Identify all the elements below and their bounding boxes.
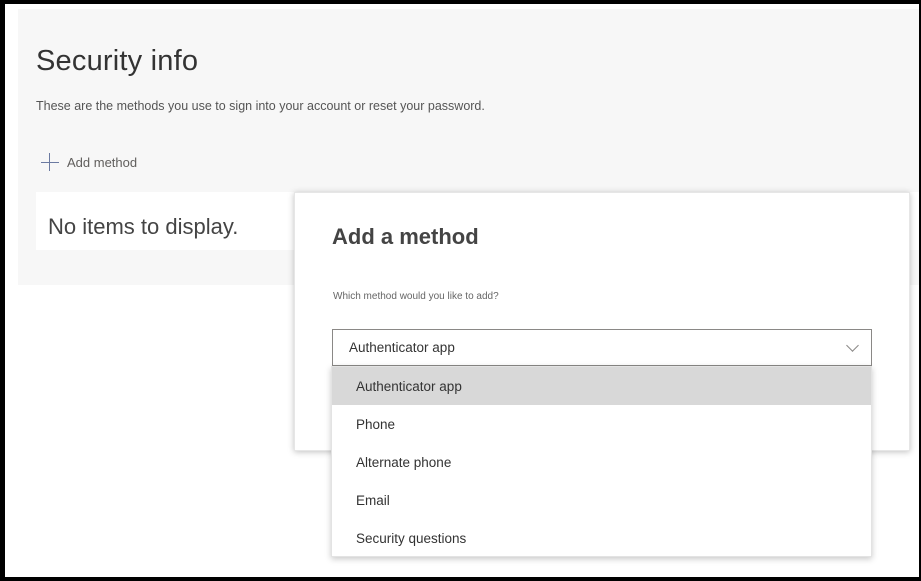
dialog-title: Add a method xyxy=(332,224,479,249)
add-method-label: Add method xyxy=(67,154,138,170)
plus-icon xyxy=(41,153,59,171)
screenshot-frame: Security info These are the methods you … xyxy=(0,0,921,581)
add-method-button[interactable]: Add method xyxy=(41,153,137,171)
method-question-label: Which method would you like to add? xyxy=(333,291,499,302)
empty-list-message: No items to display. xyxy=(48,214,239,239)
dropdown-option-alternate-phone[interactable]: Alternate phone xyxy=(332,443,871,481)
dropdown-option-authenticator-app[interactable]: Authenticator app xyxy=(332,367,871,405)
chevron-down-icon[interactable] xyxy=(846,339,859,352)
method-select[interactable]: Authenticator app xyxy=(332,329,872,366)
dropdown-option-security-questions[interactable]: Security questions xyxy=(332,519,871,557)
page-title: Security info xyxy=(36,45,199,77)
dropdown-option-email[interactable]: Email xyxy=(332,481,871,519)
method-select-value: Authenticator app xyxy=(349,340,455,355)
dropdown-option-phone[interactable]: Phone xyxy=(332,405,871,443)
page-subtitle: These are the methods you use to sign in… xyxy=(36,99,485,113)
method-dropdown-list: Authenticator app Phone Alternate phone … xyxy=(331,366,872,557)
